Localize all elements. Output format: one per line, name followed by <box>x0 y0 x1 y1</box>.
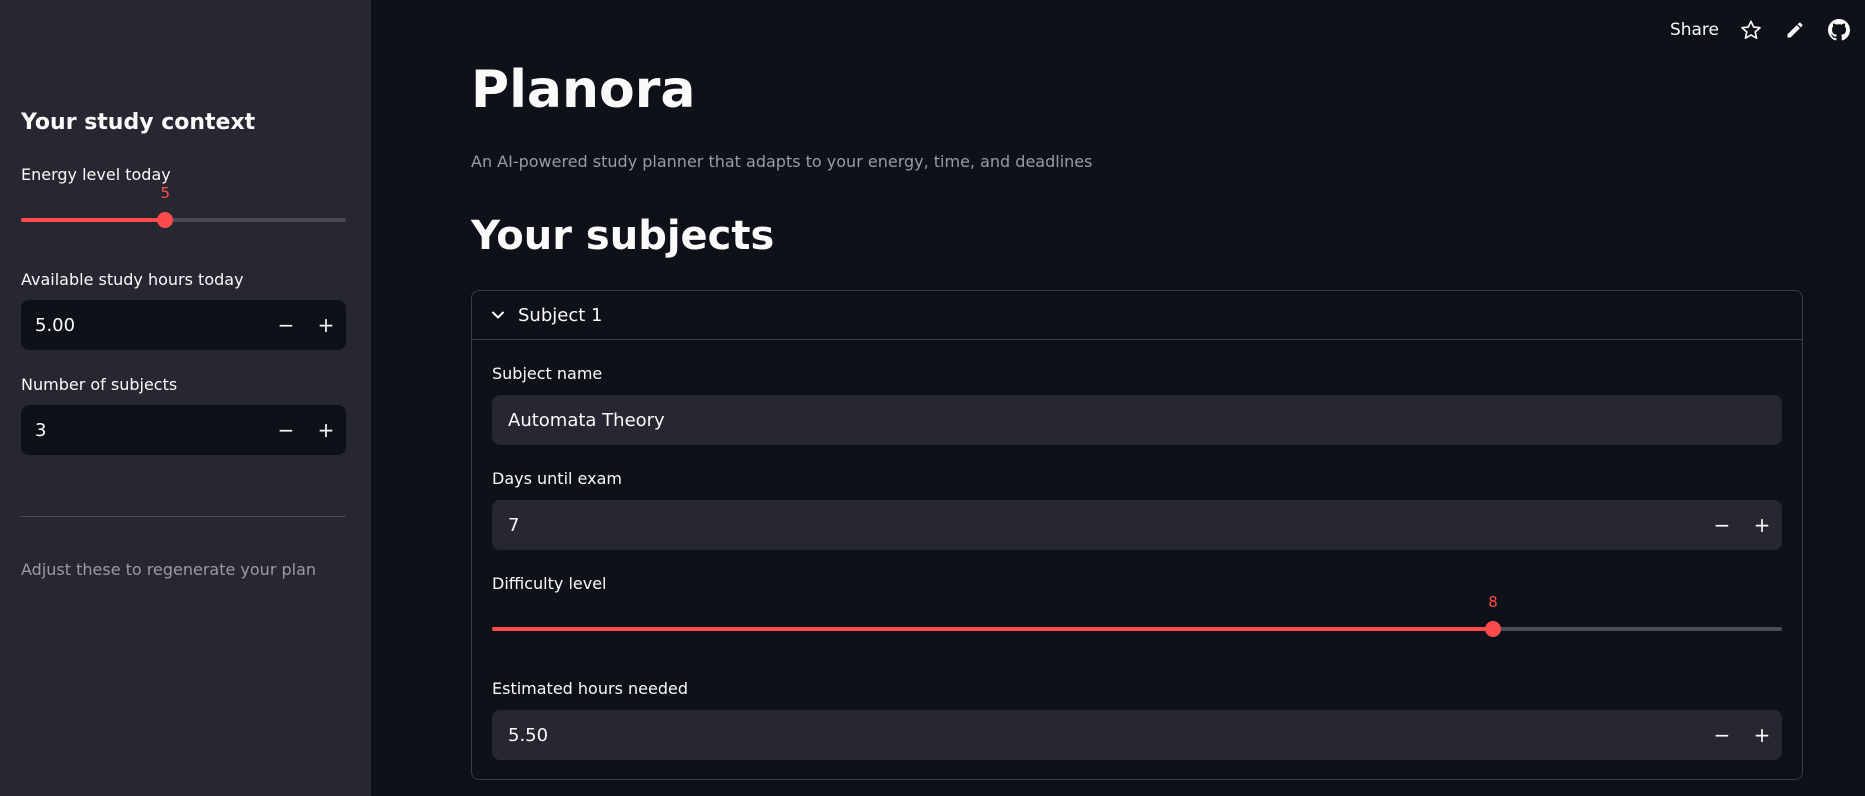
hours-needed-label: Estimated hours needed <box>492 679 688 698</box>
difficulty-level-value: 8 <box>1488 593 1498 611</box>
increment-button[interactable]: + <box>1742 500 1782 550</box>
share-button[interactable]: Share <box>1670 20 1719 40</box>
days-until-exam-stepper[interactable]: 7 − + <box>492 500 1782 550</box>
study-hours-stepper[interactable]: 5.00 − + <box>21 300 346 350</box>
decrement-button[interactable]: − <box>1702 500 1742 550</box>
section-title: Your subjects <box>471 213 775 259</box>
chevron-down-icon <box>492 311 504 319</box>
subjects-count-stepper[interactable]: 3 − + <box>21 405 346 455</box>
sidebar-divider <box>21 516 346 517</box>
subject-name-label: Subject name <box>492 364 603 383</box>
increment-button[interactable]: + <box>306 300 346 350</box>
increment-button[interactable]: + <box>306 405 346 455</box>
difficulty-level-label: Difficulty level <box>492 574 607 593</box>
subject-expander: Subject 1 Subject name Automata Theory D… <box>471 290 1803 780</box>
sidebar-title: Your study context <box>21 110 256 135</box>
energy-level-label: Energy level today <box>21 165 171 184</box>
decrement-button[interactable]: − <box>1702 710 1742 760</box>
days-until-exam-value[interactable]: 7 <box>492 515 1702 536</box>
increment-button[interactable]: + <box>1742 710 1782 760</box>
sidebar: Your study context Energy level today 5 … <box>0 0 371 796</box>
subjects-count-value[interactable]: 3 <box>21 420 266 441</box>
github-icon[interactable] <box>1827 18 1851 42</box>
star-icon[interactable] <box>1739 18 1763 42</box>
expander-label: Subject 1 <box>518 304 603 326</box>
top-toolbar: Share <box>1670 18 1851 42</box>
expander-header[interactable]: Subject 1 <box>472 291 1802 340</box>
energy-level-value: 5 <box>160 184 171 202</box>
slider-fill <box>492 627 1494 631</box>
study-hours-label: Available study hours today <box>21 270 244 289</box>
difficulty-level-slider[interactable]: 8 <box>492 593 1782 637</box>
decrement-button[interactable]: − <box>266 405 306 455</box>
slider-thumb[interactable] <box>157 212 174 228</box>
hours-needed-stepper[interactable]: 5.50 − + <box>492 710 1782 760</box>
slider-thumb[interactable] <box>1485 621 1502 637</box>
energy-level-slider[interactable]: 5 <box>21 184 346 228</box>
subject-name-input[interactable]: Automata Theory <box>492 395 1782 445</box>
hours-needed-value[interactable]: 5.50 <box>492 725 1702 746</box>
subjects-count-label: Number of subjects <box>21 375 178 394</box>
page-subtitle: An AI-powered study planner that adapts … <box>471 152 1093 171</box>
study-hours-value[interactable]: 5.00 <box>21 315 266 336</box>
days-until-exam-label: Days until exam <box>492 469 622 488</box>
pencil-icon[interactable] <box>1783 18 1807 42</box>
decrement-button[interactable]: − <box>266 300 306 350</box>
sidebar-caption: Adjust these to regenerate your plan <box>21 560 317 579</box>
slider-fill <box>21 218 166 222</box>
page-title: Planora <box>471 60 696 120</box>
